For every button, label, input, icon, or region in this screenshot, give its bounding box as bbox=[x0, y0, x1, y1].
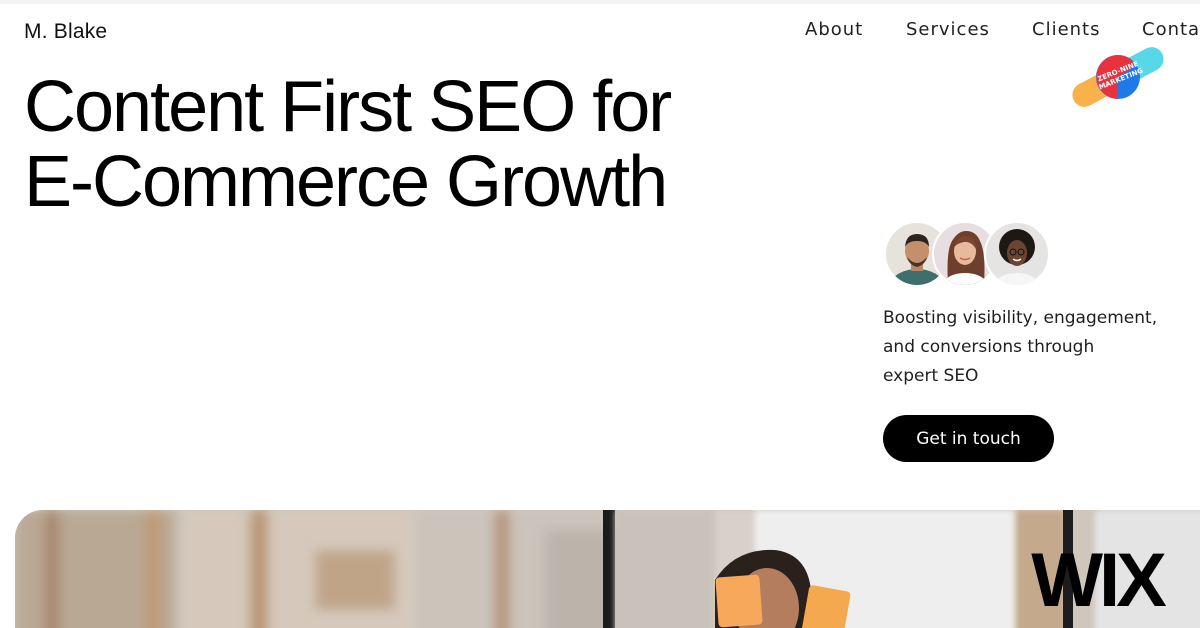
top-edge-bar bbox=[0, 0, 1200, 4]
team-avatars bbox=[884, 221, 1054, 287]
main-nav: About Services Clients Conta bbox=[0, 19, 1200, 43]
page: M. Blake About Services Clients Conta ZE… bbox=[0, 0, 1200, 628]
nav-link-services[interactable]: Services bbox=[906, 19, 990, 40]
tagline-line3: expert SEO bbox=[883, 366, 979, 386]
hero-title-line1: Content First SEO for bbox=[24, 67, 672, 147]
tagline: Boosting visibility, engagement, and con… bbox=[883, 304, 1200, 391]
tagline-line2: and conversions through bbox=[883, 337, 1095, 357]
nav-link-clients[interactable]: Clients bbox=[1032, 19, 1101, 40]
avatar-woman-curly-hair bbox=[984, 221, 1050, 287]
get-in-touch-button[interactable]: Get in touch bbox=[883, 415, 1054, 462]
hero-title-line2: E-Commerce Growth bbox=[24, 142, 668, 222]
zero-nine-marketing-logo: ZERO-NINE MARKETING bbox=[1062, 46, 1174, 108]
hero-title: Content First SEO for E-Commerce Growth bbox=[24, 67, 672, 222]
tagline-line1: Boosting visibility, engagement, bbox=[883, 308, 1158, 328]
wix-watermark-text: WIX bbox=[1031, 544, 1167, 610]
nav-link-contact[interactable]: Conta bbox=[1142, 19, 1200, 40]
wix-watermark: WIX bbox=[1018, 538, 1176, 623]
nav-link-about[interactable]: About bbox=[805, 19, 863, 40]
